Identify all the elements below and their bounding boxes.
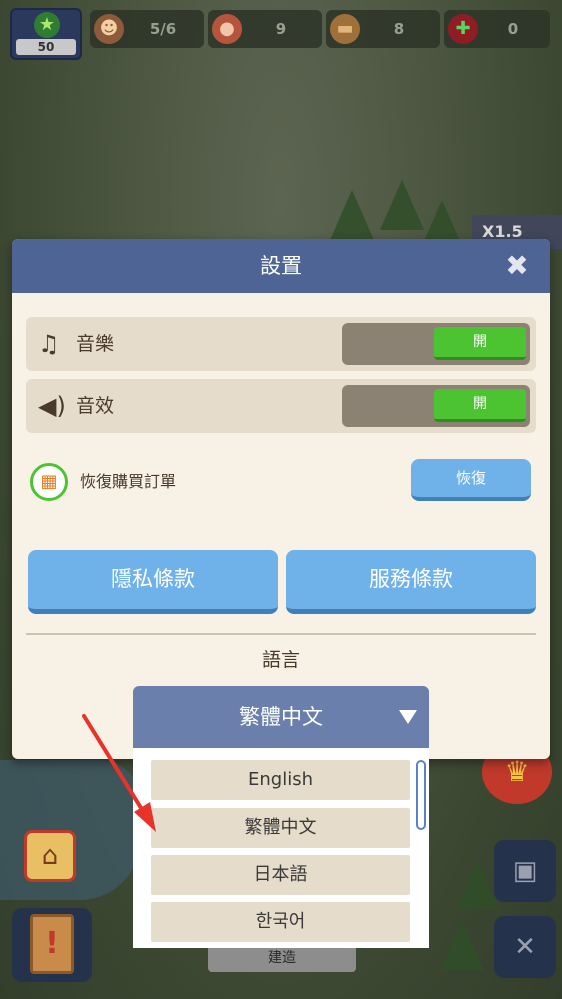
- privacy-policy-button[interactable]: 隱私條款: [28, 550, 278, 614]
- language-dropdown[interactable]: 繁體中文: [133, 686, 429, 748]
- music-toggle[interactable]: 開: [342, 323, 530, 365]
- language-option-english[interactable]: English: [151, 760, 410, 800]
- workers-value: 5/6: [149, 20, 177, 38]
- gems-value: 0: [507, 20, 519, 38]
- star-icon: ★: [34, 12, 60, 38]
- cards-locked-button[interactable]: ▣: [494, 840, 556, 902]
- chevron-down-icon: [399, 710, 417, 724]
- divider: [26, 633, 536, 635]
- music-toggle-state: 開: [434, 327, 526, 360]
- language-options-list: English 繁體中文 日本語 한국어: [133, 748, 429, 948]
- gem-plus-icon: ✚: [448, 14, 478, 44]
- resource-bar: ★ 50 ☻ 5/6 ● 9 ▬ 8 ✚ 0: [6, 6, 556, 60]
- tree-decoration: [330, 190, 374, 240]
- player-level: 50: [16, 39, 76, 55]
- worker-face-icon: ☻: [94, 14, 124, 44]
- build-button[interactable]: 建造: [208, 944, 356, 972]
- tree-decoration: [440, 920, 484, 970]
- settings-dialog: 設置 ✖ ♫ 音樂 開 ◀) 音效 開 ▦ 恢復購買訂單 恢復 隱私條款 服務條…: [12, 239, 550, 759]
- tree-decoration: [380, 180, 424, 230]
- language-option-japanese[interactable]: 日本語: [151, 855, 410, 895]
- gems-counter[interactable]: ✚ 0: [444, 10, 550, 48]
- meat-counter[interactable]: ● 9: [208, 10, 322, 48]
- shopping-basket-icon: ▦: [30, 463, 68, 501]
- tools-locked-button[interactable]: ✕: [494, 916, 556, 978]
- wood-counter[interactable]: ▬ 8: [326, 10, 440, 48]
- scrollbar[interactable]: [416, 760, 426, 830]
- restore-purchases-row: ▦ 恢復購買訂單 恢復: [26, 459, 536, 505]
- wood-value: 8: [393, 20, 405, 38]
- music-setting-row: ♫ 音樂 開: [26, 317, 536, 371]
- music-note-icon: ♫: [38, 330, 60, 358]
- workers-counter[interactable]: ☻ 5/6: [90, 10, 204, 48]
- dialog-header: 設置 ✖: [12, 239, 550, 293]
- sfx-label: 音效: [76, 395, 115, 417]
- clipboard-alert-icon: !: [30, 914, 74, 974]
- shop-icon[interactable]: ⌂: [24, 830, 76, 882]
- meat-value: 9: [275, 20, 287, 38]
- sfx-toggle[interactable]: 開: [342, 385, 530, 427]
- wood-log-icon: ▬: [330, 14, 360, 44]
- meat-icon: ●: [212, 14, 242, 44]
- sfx-setting-row: ◀) 音效 開: [26, 379, 536, 433]
- sfx-toggle-state: 開: [434, 389, 526, 422]
- language-option-korean[interactable]: 한국어: [151, 902, 410, 942]
- dialog-title: 設置: [260, 254, 302, 278]
- music-label: 音樂: [76, 333, 115, 355]
- language-option-traditional-chinese[interactable]: 繁體中文: [151, 808, 410, 848]
- terms-of-service-button[interactable]: 服務條款: [286, 550, 536, 614]
- close-icon[interactable]: ✖: [502, 251, 532, 281]
- quest-board-button[interactable]: !: [12, 908, 92, 982]
- restore-button[interactable]: 恢復: [411, 459, 531, 501]
- speaker-icon: ◀): [38, 392, 66, 420]
- selected-language: 繁體中文: [239, 705, 323, 729]
- tree-decoration: [455, 860, 499, 910]
- restore-purchases-label: 恢復購買訂單: [80, 472, 177, 491]
- player-level-badge[interactable]: ★ 50: [10, 8, 82, 60]
- language-heading: 語言: [261, 649, 300, 671]
